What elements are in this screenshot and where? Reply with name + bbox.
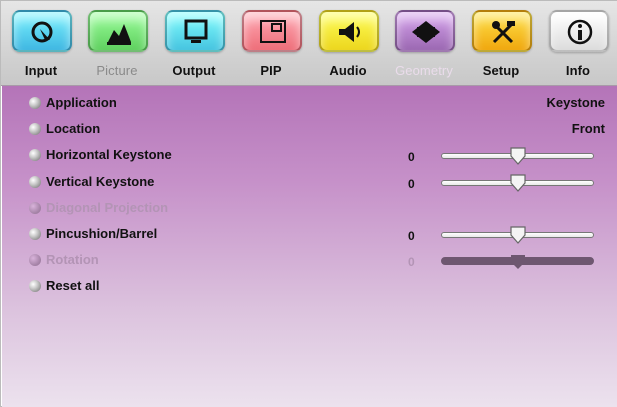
slider-value: 0 <box>408 176 415 191</box>
menu-item-label: Pincushion/Barrel <box>46 226 158 241</box>
menu-item-horizontal-keystone[interactable]: Horizontal Keystone 0 <box>2 145 617 167</box>
slider-thumb[interactable] <box>509 173 527 193</box>
menu-item-application[interactable]: Application Keystone <box>2 93 617 115</box>
menu-item-label: Diagonal Projection <box>46 199 169 215</box>
tools-icon <box>492 21 515 44</box>
bullet-icon <box>29 97 41 109</box>
tab-label: PIP <box>260 63 282 78</box>
info-icon <box>567 19 593 45</box>
monitor-icon <box>184 19 208 43</box>
bullet-icon <box>29 254 41 267</box>
tab-tile <box>165 10 225 52</box>
menu-item-value[interactable]: Front <box>572 121 605 136</box>
menu-item-label: Reset all <box>46 278 100 294</box>
tab-tile <box>242 10 302 52</box>
tab-input[interactable]: Input <box>5 5 77 81</box>
speaker-icon <box>339 22 360 42</box>
slider-value: 0 <box>408 229 415 243</box>
geometry-menu-panel: Application Keystone Location Front Horizont… <box>2 86 617 407</box>
bullet-icon <box>29 201 41 214</box>
geometry-shape-icon <box>412 21 440 43</box>
picture-mountain-icon <box>107 24 131 45</box>
tab-label: Audio <box>329 63 367 78</box>
tab-geometry[interactable]: Geometry <box>388 5 460 81</box>
slider[interactable] <box>441 147 594 166</box>
bullet-icon <box>29 175 41 188</box>
menu-item-location[interactable]: Location Front <box>2 119 617 141</box>
slider-thumb <box>510 255 525 270</box>
slider-value: 0 <box>408 150 415 165</box>
bullet-icon <box>29 123 41 136</box>
tab-label: Setup <box>482 63 520 78</box>
menu-item-vertical-keystone[interactable]: Vertical Keystone 0 <box>2 172 617 194</box>
menu-item-diagonal-projection: Diagonal Projection <box>2 198 617 220</box>
tab-tile <box>472 10 532 52</box>
menu-item-rotation: Rotation 0 <box>2 250 617 272</box>
tab-output[interactable]: Output <box>158 5 230 81</box>
bullet-icon <box>29 280 41 293</box>
menu-item-label: Application <box>46 95 117 110</box>
slider-value: 0 <box>408 255 415 270</box>
tab-tile <box>549 10 609 52</box>
slider[interactable] <box>441 173 594 192</box>
tab-label: Input <box>24 63 58 78</box>
tab-pip[interactable]: PIP <box>235 5 307 81</box>
bullet-icon <box>29 149 41 162</box>
slider-thumb[interactable] <box>509 146 527 166</box>
slider[interactable] <box>441 226 594 244</box>
slider-thumb[interactable] <box>509 225 527 245</box>
menu-item-label: Vertical Keystone <box>46 173 155 189</box>
pip-window-icon <box>260 20 286 43</box>
tab-bar: Input Picture Output PIP Audio Geometry Setup I… <box>1 1 617 86</box>
input-cursor-icon <box>31 21 53 43</box>
tab-label: Geometry <box>395 63 453 78</box>
tab-tile <box>395 10 455 52</box>
menu-item-pincushion-barrel[interactable]: Pincushion/Barrel 0 <box>2 224 617 246</box>
tab-audio[interactable]: Audio <box>312 5 384 81</box>
tab-label: Output <box>172 63 216 78</box>
slider <box>441 255 594 270</box>
menu-item-reset-all[interactable]: Reset all <box>2 276 617 298</box>
menu-item-value[interactable]: Keystone <box>546 95 605 110</box>
tab-picture[interactable]: Picture <box>81 5 153 81</box>
tab-label: Info <box>565 63 591 78</box>
tab-tile <box>88 10 148 52</box>
menu-item-label: Horizontal Keystone <box>46 147 172 163</box>
bullet-icon <box>29 228 41 240</box>
osd-screen: Input Picture Output PIP Audio Geometry Setup I… <box>0 0 617 407</box>
tab-setup[interactable]: Setup <box>465 5 537 81</box>
menu-item-label: Rotation <box>46 252 99 268</box>
tab-tile <box>12 10 72 52</box>
tab-info[interactable]: Info <box>542 5 614 81</box>
tab-tile <box>319 10 379 52</box>
menu-item-label: Location <box>46 121 101 137</box>
tab-label: Picture <box>96 63 138 78</box>
